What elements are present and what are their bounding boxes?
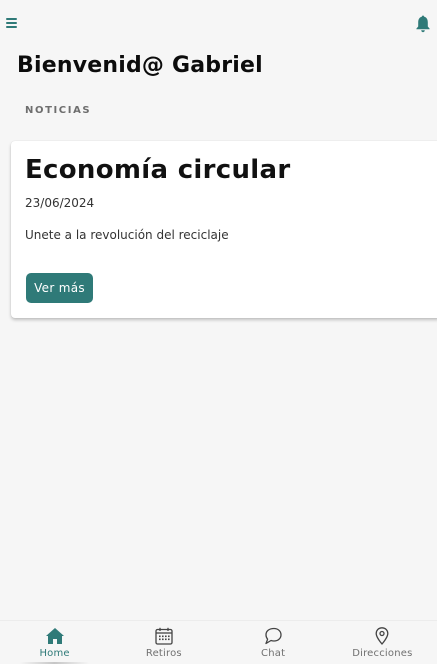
news-card-title: Economía circular: [25, 155, 291, 185]
section-label-noticias: NOTICIAS: [25, 105, 92, 116]
nav-item-chat[interactable]: Chat: [219, 621, 328, 664]
ver-mas-button[interactable]: Ver más: [26, 273, 93, 303]
home-icon: [45, 628, 64, 644]
bell-icon[interactable]: [415, 14, 431, 34]
news-card-description: Unete a la revolución del reciclaje: [25, 228, 229, 242]
news-card: Economía circular 23/06/2024 Unete a la …: [11, 141, 437, 318]
nav-label-retiros: Retiros: [145, 648, 182, 659]
nav-label-direcciones: Direcciones: [352, 648, 413, 659]
nav-item-home[interactable]: Home: [0, 621, 109, 664]
app-screen: Bienvenid@ Gabriel NOTICIAS Economía cir…: [0, 0, 437, 664]
chat-bubble-icon: [265, 627, 282, 645]
location-pin-icon: [375, 627, 389, 645]
nav-label-chat: Chat: [261, 648, 286, 659]
bottom-navigation: Home Retiros Chat Direcciones: [0, 620, 437, 664]
news-card-date: 23/06/2024: [25, 196, 95, 210]
hamburger-menu-icon[interactable]: [6, 17, 20, 29]
nav-item-retiros[interactable]: Retiros: [109, 621, 218, 664]
nav-label-home: Home: [39, 648, 70, 659]
nav-item-direcciones[interactable]: Direcciones: [328, 621, 437, 664]
calendar-icon: [155, 627, 173, 645]
page-title: Bienvenid@ Gabriel: [17, 53, 263, 78]
